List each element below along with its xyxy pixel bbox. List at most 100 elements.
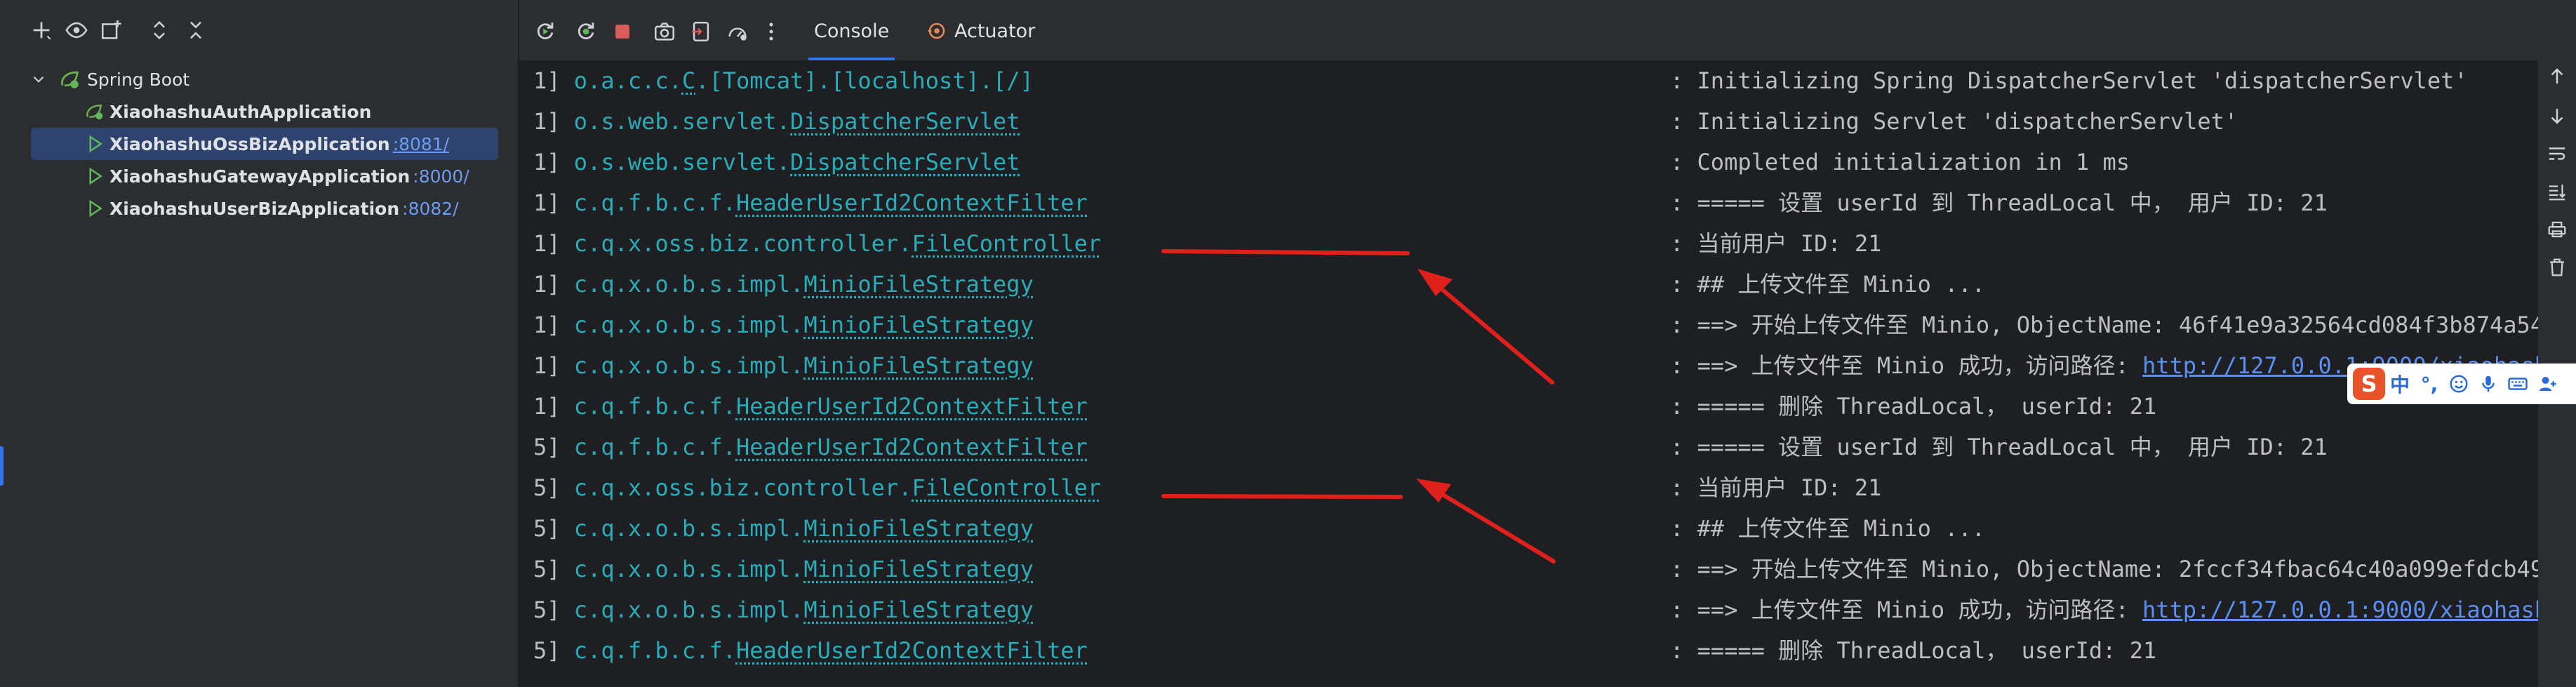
export-icon[interactable] <box>685 15 717 48</box>
logger-class-link[interactable]: HeaderUserId2ContextFilter <box>736 189 1088 216</box>
log-message-text: : ===== 设置 userId 到 ThreadLocal 中， 用户 ID… <box>1670 189 2328 216</box>
tree-node-label: Spring Boot <box>87 69 190 90</box>
logger-class-link[interactable]: FileController <box>912 230 1101 257</box>
thread-id: 1] <box>533 393 561 420</box>
thread-id: 5] <box>533 474 561 501</box>
logger-class-link[interactable]: HeaderUserId2ContextFilter <box>736 434 1088 460</box>
run-icon <box>89 167 103 185</box>
logger-class-link[interactable]: MinioFileStrategy <box>803 312 1034 338</box>
print-icon[interactable] <box>2547 219 2568 240</box>
keyboard-icon[interactable] <box>2503 369 2532 399</box>
logger-package: o.s.web.servlet. <box>573 149 791 175</box>
logger-package: c.q.x.o.b.s.impl. <box>573 556 804 582</box>
add-icon[interactable] <box>25 14 58 46</box>
logger-package: c.q.f.b.c.f. <box>573 393 736 420</box>
ime-punctuation-toggle[interactable]: °, <box>2415 369 2444 399</box>
log-line: 1] c.q.f.b.c.f.HeaderUserId2ContextFilte… <box>533 182 2328 223</box>
app-name: XiaohashuGatewayApplication <box>109 166 411 187</box>
port-link[interactable]: :8081/ <box>393 134 449 154</box>
logger-package: c.q.f.b.c.f. <box>573 637 736 664</box>
user-icon[interactable] <box>2532 369 2562 399</box>
logger-package: c.q.x.oss.biz.controller. <box>573 474 912 501</box>
rerun-debug-icon[interactable] <box>570 15 602 48</box>
thread-id: 5] <box>533 596 561 623</box>
ime-logo[interactable]: S <box>2353 368 2385 400</box>
log-message: : ===== 设置 userId 到 ThreadLocal 中， 用户 ID… <box>1670 427 2328 467</box>
more-icon[interactable] <box>755 15 787 48</box>
log-message: : ===== 删除 ThreadLocal， userId: 21 <box>1670 630 2156 671</box>
scroll-up-icon[interactable] <box>2547 66 2568 87</box>
tree-item-userbiz-app[interactable]: XiaohashuUserBizApplication :8082/ <box>31 192 498 225</box>
app-name: XiaohashuUserBizApplication <box>109 198 400 219</box>
log-message: : ## 上传文件至 Minio ... <box>1670 264 1985 305</box>
logger-class-link[interactable]: HeaderUserId2ContextFilter <box>736 637 1088 664</box>
log-message-text: : ==> 开始上传文件至 Minio, ObjectName: 2fccf34… <box>1670 556 2540 582</box>
log-line: 1] c.q.f.b.c.f.HeaderUserId2ContextFilte… <box>533 386 2156 427</box>
logger-package: c.q.f.b.c.f. <box>573 189 736 216</box>
logger-class-link[interactable]: MinioFileStrategy <box>803 515 1034 542</box>
logger-class-link[interactable]: HeaderUserId2ContextFilter <box>736 393 1088 420</box>
log-line: 1] c.q.x.oss.biz.controller.FileControll… <box>533 223 1881 264</box>
thread-id: 1] <box>533 189 561 216</box>
log-line: 5] c.q.x.o.b.s.impl.MinioFileStrategy: =… <box>533 589 2540 630</box>
log-message-text: : ===== 删除 ThreadLocal， userId: 21 <box>1670 637 2157 664</box>
tab-console[interactable]: Console <box>808 14 895 60</box>
scroll-to-end-icon[interactable] <box>2547 181 2568 202</box>
logger-class-link[interactable]: FileController <box>912 474 1101 501</box>
log-message-text: : Initializing Servlet 'dispatcherServle… <box>1670 108 2238 135</box>
logger-class-link[interactable]: C <box>682 67 695 94</box>
log-message-text: : ## 上传文件至 Minio ... <box>1670 515 1985 542</box>
collapse-all-icon[interactable] <box>180 14 212 46</box>
soft-wrap-icon[interactable] <box>2547 143 2568 164</box>
panel-edge-marker[interactable] <box>0 446 4 486</box>
mic-icon[interactable] <box>2474 369 2503 399</box>
console-output[interactable]: 1] o.a.c.c.C.[Tomcat].[localhost].[/]: I… <box>519 60 2540 687</box>
run-icon <box>89 199 103 218</box>
logger-class-link[interactable]: MinioFileStrategy <box>803 271 1034 298</box>
log-message: : 当前用户 ID: 21 <box>1670 467 1881 508</box>
spring-boot-icon <box>61 71 79 88</box>
eye-icon[interactable] <box>60 14 93 46</box>
tree-item-auth-app[interactable]: XiaohashuAuthApplication <box>31 95 498 128</box>
tree-node-spring-boot[interactable]: Spring Boot <box>28 63 189 95</box>
stop-icon[interactable] <box>606 15 639 48</box>
tree-item-ossbiz-app[interactable]: XiaohashuOssBizApplication :8081/ <box>31 128 498 160</box>
logger-class-link[interactable]: DispatcherServlet <box>790 108 1020 135</box>
new-window-icon[interactable] <box>95 14 128 46</box>
chevron-down-icon[interactable] <box>28 69 49 90</box>
log-line: 5] c.q.x.o.b.s.impl.MinioFileStrategy: =… <box>533 549 2540 589</box>
app-name: XiaohashuOssBizApplication <box>109 133 390 154</box>
log-message: : ===== 设置 userId 到 ThreadLocal 中， 用户 ID… <box>1670 182 2328 223</box>
log-message: : Initializing Spring DispatcherServlet … <box>1670 60 2468 101</box>
url-link[interactable]: http://127.0.0.1:9000/xiaohashu/2fccf34f… <box>2142 596 2540 623</box>
thread-id: 1] <box>533 230 561 257</box>
tree-item-gateway-app[interactable]: XiaohashuGatewayApplication :8000/ <box>31 160 498 192</box>
scroll-down-icon[interactable] <box>2547 105 2568 126</box>
logger-class-link[interactable]: MinioFileStrategy <box>803 596 1034 623</box>
camera-icon[interactable] <box>648 15 681 48</box>
thread-id: 5] <box>533 434 561 460</box>
ime-mode-toggle[interactable]: 中 <box>2385 369 2415 399</box>
emoji-icon[interactable] <box>2444 369 2474 399</box>
trash-icon[interactable] <box>2547 257 2568 278</box>
log-line: 1] o.s.web.servlet.DispatcherServlet: Co… <box>533 142 2130 182</box>
logger-class-link[interactable]: DispatcherServlet <box>790 149 1020 175</box>
port-link[interactable]: :8082/ <box>402 199 458 219</box>
logger-package: c.q.x.o.b.s.impl. <box>573 596 804 623</box>
port-link[interactable]: :8000/ <box>413 166 469 187</box>
log-message: : 当前用户 ID: 21 <box>1670 223 1881 264</box>
tab-actuator[interactable]: Actuator <box>926 14 1035 48</box>
logger-class-link[interactable]: MinioFileStrategy <box>803 556 1034 582</box>
thread-id: 1] <box>533 271 561 298</box>
log-message: : ===== 删除 ThreadLocal， userId: 21 <box>1670 386 2156 427</box>
logger-package: c.q.x.oss.biz.controller. <box>573 230 912 257</box>
tab-label: Console <box>814 20 890 42</box>
log-line: 1] c.q.x.o.b.s.impl.MinioFileStrategy: #… <box>533 264 1985 305</box>
speed-icon[interactable] <box>721 15 754 48</box>
expand-all-icon[interactable] <box>143 14 175 46</box>
log-message-text: : 当前用户 ID: 21 <box>1670 230 1882 257</box>
console-toolbar: Console Actuator <box>519 0 2576 60</box>
logger-class-link[interactable]: MinioFileStrategy <box>803 352 1034 379</box>
log-line: 5] c.q.f.b.c.f.HeaderUserId2ContextFilte… <box>533 427 2328 467</box>
rerun-icon[interactable] <box>529 15 561 48</box>
